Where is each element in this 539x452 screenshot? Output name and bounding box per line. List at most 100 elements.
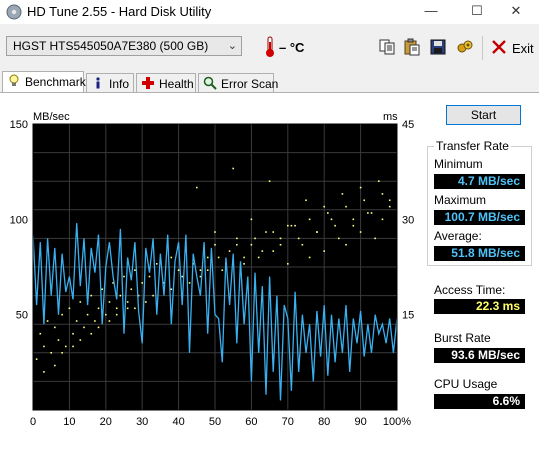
x-tick-label: 0 xyxy=(30,416,36,428)
access-time-point xyxy=(119,294,122,297)
access-time-point xyxy=(83,326,85,329)
access-time-point xyxy=(323,250,325,252)
x-tick-label: 30 xyxy=(136,416,148,428)
access-time-point xyxy=(305,199,307,202)
access-time-point xyxy=(359,231,362,233)
access-time-point xyxy=(177,269,180,271)
access-time-point xyxy=(287,263,289,265)
access-time-point xyxy=(217,256,220,259)
save-icon[interactable] xyxy=(429,38,447,56)
access-time-point xyxy=(64,345,67,348)
access-time-point xyxy=(105,313,107,316)
exit-icon[interactable] xyxy=(490,38,508,56)
access-time-point xyxy=(155,263,158,265)
exit-button[interactable]: Exit xyxy=(512,41,534,56)
access-time-point xyxy=(381,218,384,221)
paste-icon[interactable] xyxy=(403,38,421,56)
minimum-label: Minimum xyxy=(434,157,483,171)
access-time-point xyxy=(268,180,271,182)
toolbar-separator xyxy=(482,36,483,60)
tab-error-scan[interactable]: Error Scan xyxy=(198,73,278,93)
access-time-point xyxy=(54,326,56,329)
access-time-point xyxy=(374,237,376,240)
maximum-value: 100.7 MB/sec xyxy=(434,210,525,225)
cpu-usage-label: CPU Usage xyxy=(434,377,498,391)
access-time-point xyxy=(250,243,253,246)
average-value: 51.8 MB/sec xyxy=(434,246,525,261)
access-time-point xyxy=(108,301,111,303)
access-time-point xyxy=(232,167,234,170)
drive-select[interactable]: HGST HTS545050A7E380 (500 GB) ⌄ xyxy=(6,36,242,56)
access-time-point xyxy=(236,243,238,246)
access-time-point xyxy=(196,186,198,189)
x-tick-label: 60 xyxy=(245,416,257,428)
access-time-point xyxy=(378,180,380,182)
access-time-point xyxy=(308,218,311,221)
access-time-point xyxy=(86,313,89,316)
access-time-point xyxy=(43,345,45,348)
tab-error-scan-label: Error Scan xyxy=(221,77,279,91)
chevron-down-icon: ⌄ xyxy=(227,40,237,52)
access-time-point xyxy=(265,231,267,233)
access-time-point xyxy=(290,224,293,227)
access-time-point xyxy=(206,256,209,259)
access-time-point xyxy=(327,212,329,214)
access-time-point xyxy=(54,364,56,367)
access-time-point xyxy=(101,288,103,291)
access-time-value: 22.3 ms xyxy=(434,299,525,314)
x-tick-label: 70 xyxy=(282,416,294,428)
thermometer-icon xyxy=(266,36,274,57)
access-time-point xyxy=(323,205,325,208)
access-time-point xyxy=(279,237,282,240)
access-time-point xyxy=(352,218,355,221)
access-time-point xyxy=(134,269,136,271)
access-time-point xyxy=(345,243,347,246)
start-button[interactable]: Start xyxy=(446,105,521,125)
minimize-button[interactable]: — xyxy=(408,0,454,24)
close-button[interactable]: ✕ xyxy=(493,0,539,24)
benchmark-icon xyxy=(9,74,19,86)
access-time-point xyxy=(279,243,282,246)
access-time-point xyxy=(301,243,304,246)
y-right-tick-label: 30 xyxy=(402,214,414,226)
access-time-point xyxy=(381,193,384,195)
y-left-tick-label: 150 xyxy=(10,119,28,131)
copy-icon[interactable] xyxy=(378,38,396,56)
access-time-point xyxy=(90,332,93,335)
access-time-point xyxy=(35,358,38,360)
access-time-point xyxy=(61,352,63,354)
tab-bar: Benchmark Info Health Error Scan xyxy=(0,71,539,94)
minimum-value: 4.7 MB/sec xyxy=(434,174,525,189)
access-time-point xyxy=(115,307,118,310)
access-time-point xyxy=(108,320,111,322)
access-time-point xyxy=(236,237,238,240)
x-tick-label: 50 xyxy=(209,416,221,428)
access-time-point xyxy=(50,352,52,354)
tab-benchmark-label: Benchmark xyxy=(25,75,86,89)
tab-info[interactable]: Info xyxy=(86,73,134,93)
access-time-point xyxy=(341,193,344,195)
access-time-point xyxy=(57,339,60,341)
burst-rate-value: 93.6 MB/sec xyxy=(434,348,525,363)
access-time-point xyxy=(46,320,49,322)
access-time-point xyxy=(243,263,245,265)
access-time-point xyxy=(148,275,151,278)
access-time-label: Access Time: xyxy=(434,283,506,297)
title-bar: HD Tune 2.55 - Hard Disk Utility — ☐ ✕ xyxy=(0,0,539,24)
tab-benchmark[interactable]: Benchmark xyxy=(2,71,86,94)
access-time-point xyxy=(367,212,369,214)
options-icon[interactable] xyxy=(456,38,474,56)
access-time-point xyxy=(297,237,300,240)
y-left-tick-label: 100 xyxy=(10,214,28,226)
burst-rate-label: Burst Rate xyxy=(434,331,491,345)
access-time-point xyxy=(97,326,100,329)
tab-health[interactable]: Health xyxy=(136,73,196,93)
toolbar: HGST HTS545050A7E380 (500 GB) ⌄ – °C Exi… xyxy=(0,30,539,66)
access-time-point xyxy=(221,269,224,271)
access-time-point xyxy=(370,212,373,214)
y-right-tick-label: 45 xyxy=(402,119,414,131)
access-time-point xyxy=(214,231,216,233)
average-label: Average: xyxy=(434,229,482,243)
y-right-tick-label: 15 xyxy=(402,310,414,322)
tab-info-label: Info xyxy=(109,77,130,91)
